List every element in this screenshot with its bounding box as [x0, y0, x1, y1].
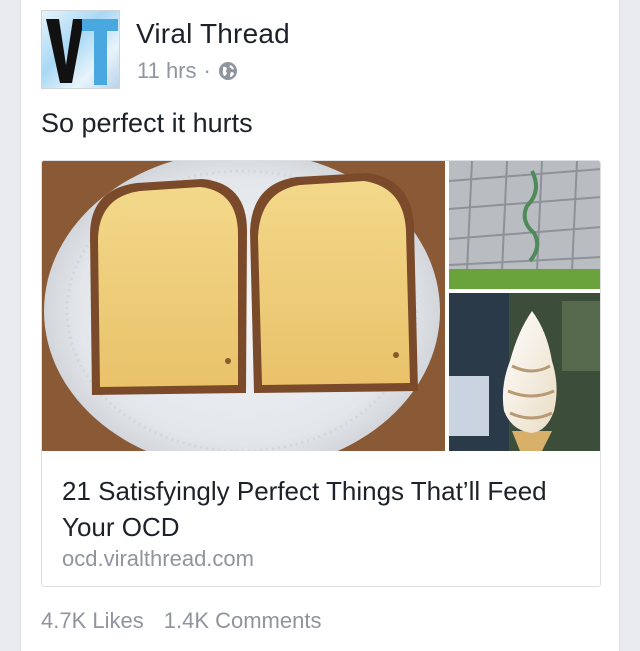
comments-count[interactable]: 1.4K Comments [164, 608, 322, 634]
post-card: Viral Thread 11 hrs · So perfect it hurt… [20, 0, 620, 651]
likes-count[interactable]: 4.7K Likes [41, 608, 144, 634]
avatar[interactable] [41, 10, 120, 89]
meta-separator: · [203, 58, 211, 83]
link-domain: ocd.viralthread.com [62, 546, 254, 571]
reaction-stats: 4.7K Likes 1.4K Comments [41, 608, 321, 634]
post-message: So perfect it hurts [41, 108, 253, 138]
link-preview[interactable]: 21 Satisfyingly Perfect Things That’ll F… [41, 160, 601, 587]
soft-serve-cone-photo [449, 293, 600, 451]
link-title[interactable]: 21 Satisfyingly Perfect Things That’ll F… [62, 473, 582, 545]
post-meta: 11 hrs · [137, 58, 238, 84]
link-image-collage[interactable] [42, 161, 600, 471]
globe-icon[interactable] [218, 61, 238, 81]
viral-thread-logo [42, 11, 119, 88]
post-timestamp[interactable]: 11 hrs [137, 58, 197, 84]
cheese-sandwiches-photo [42, 161, 445, 471]
page-name[interactable]: Viral Thread [136, 18, 290, 50]
paving-stones-photo [448, 161, 600, 289]
